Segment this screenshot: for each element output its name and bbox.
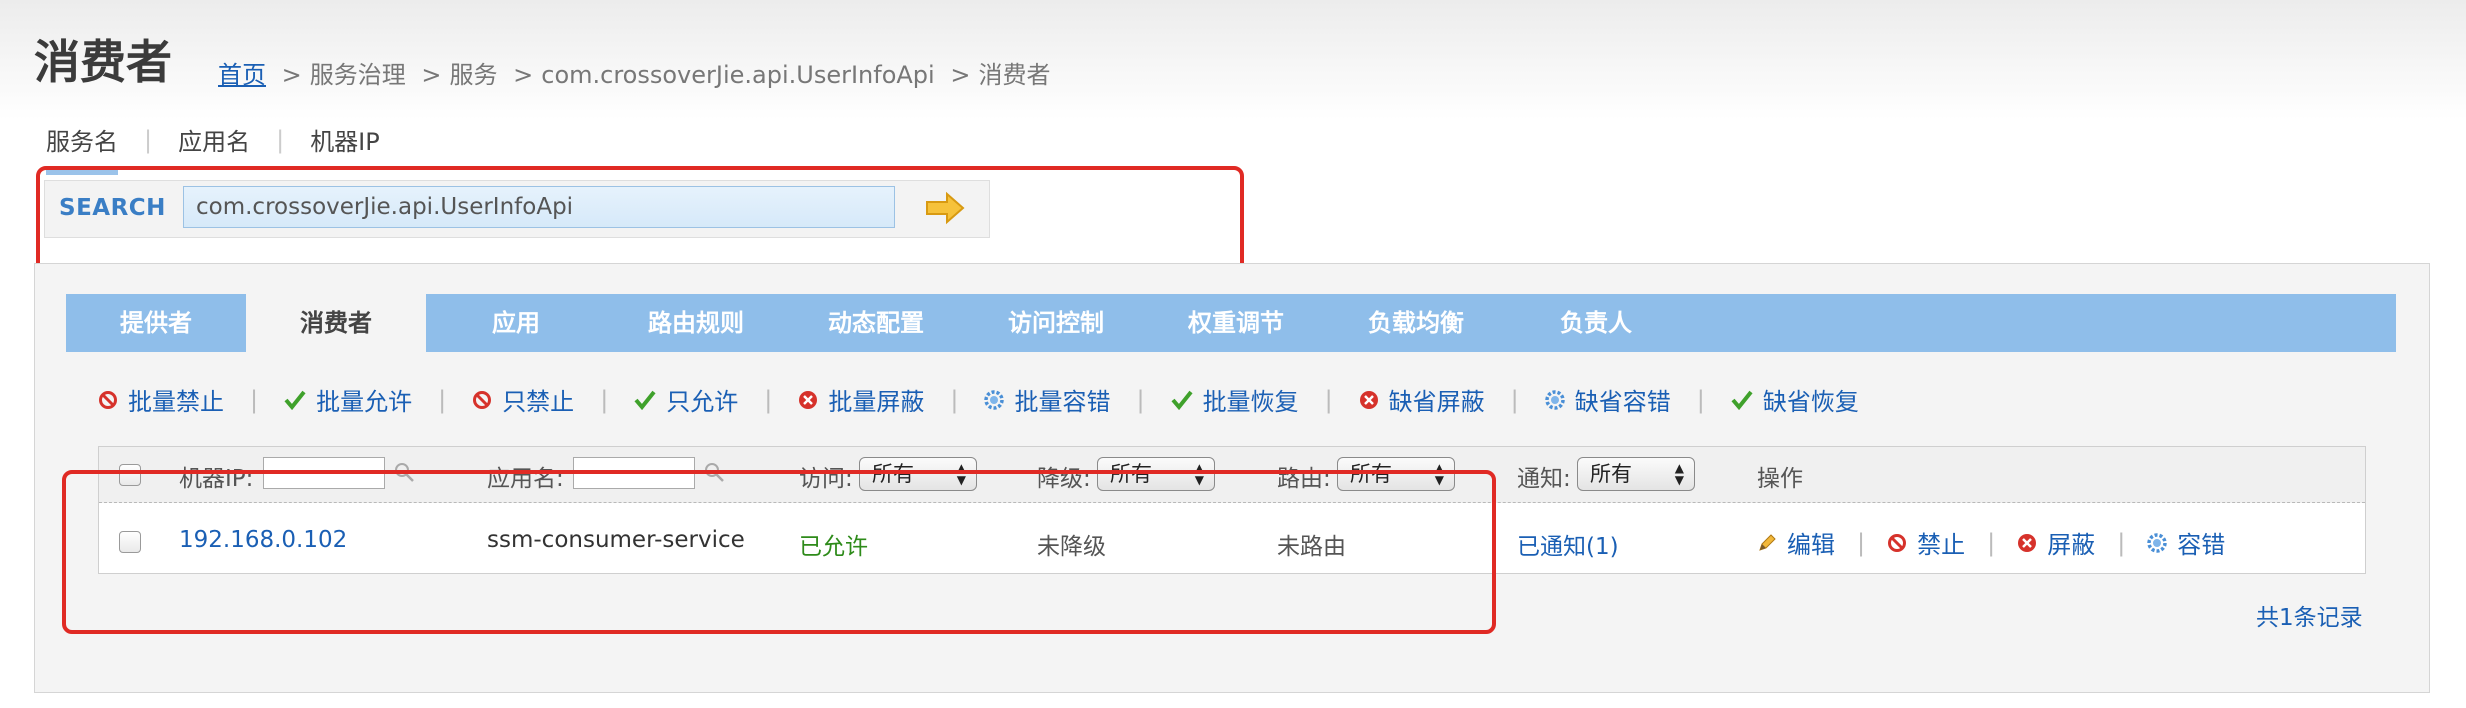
block-button[interactable]: 屏蔽 [2017, 525, 2095, 560]
block-icon [799, 390, 818, 409]
block-icon [1359, 390, 1378, 409]
batch-block-button[interactable]: 批量屏蔽 [798, 382, 924, 417]
search-tab-app-name[interactable]: 应用名 [176, 122, 252, 157]
action-label: 只允许 [666, 388, 739, 416]
divider: | [950, 385, 959, 414]
tab-applications[interactable]: 应用 [426, 294, 606, 352]
action-label: 批量恢复 [1202, 388, 1299, 416]
notify-filter-select[interactable]: 所有 ▲ ▼ [1577, 457, 1695, 491]
breadcrumb-separator: > [421, 61, 442, 89]
search-type-tabs: 服务名 | 应用名 | 机器IP [44, 122, 382, 175]
search-tab-service-name[interactable]: 服务名 [44, 122, 120, 175]
batch-restore-button[interactable]: 批量恢复 [1171, 382, 1299, 417]
breadcrumb-home-link[interactable]: 首页 [218, 61, 266, 89]
action-label: 缺省容错 [1574, 388, 1671, 416]
gear-icon [1545, 389, 1565, 410]
breadcrumb-separator: > [513, 61, 534, 89]
table-highlight-box [62, 470, 1496, 634]
action-label: 容错 [2177, 531, 2226, 559]
divider: | [2117, 528, 2126, 557]
action-label: 批量屏蔽 [828, 388, 925, 416]
only-allow-button[interactable]: 只允许 [634, 382, 738, 417]
tab-dynamic-config[interactable]: 动态配置 [786, 294, 966, 352]
action-label: 缺省屏蔽 [1388, 388, 1485, 416]
select-value: 所有 [1590, 462, 1632, 486]
divider: | [1696, 385, 1705, 414]
row-notify-link[interactable]: 已通知(1) [1517, 527, 1619, 561]
divider: | [276, 125, 285, 154]
breadcrumb: 首页 > 服务治理 > 服务 > com.crossoverJie.api.UserI… [218, 55, 1050, 90]
forbid-icon [1888, 533, 1907, 552]
row-operations: 编辑 | 禁止 | 屏蔽 | 容错 [1757, 525, 2225, 560]
batch-allow-button[interactable]: 批量允许 [284, 382, 412, 417]
tab-weight[interactable]: 权重调节 [1146, 294, 1326, 352]
header-operations: 操作 [1757, 466, 1803, 492]
check-icon [284, 390, 306, 410]
tab-load-balance[interactable]: 负载均衡 [1326, 294, 1506, 352]
tab-consumers[interactable]: 消费者 [246, 294, 426, 352]
forbid-button[interactable]: 禁止 [1887, 525, 1965, 560]
divider: | [764, 385, 773, 414]
forbid-icon [99, 390, 117, 409]
breadcrumb-item: 服务治理 [309, 61, 406, 89]
breadcrumb-separator: > [281, 61, 302, 89]
tolerance-button[interactable]: 容错 [2147, 525, 2225, 560]
default-block-button[interactable]: 缺省屏蔽 [1359, 382, 1485, 417]
header-notify: 通知: [1517, 466, 1571, 492]
select-arrows-icon: ▲ ▼ [1674, 461, 1684, 487]
divider: | [1510, 385, 1519, 414]
gear-icon [2147, 532, 2168, 553]
action-label: 屏蔽 [2047, 531, 2096, 559]
batch-tolerance-button[interactable]: 批量容错 [984, 382, 1110, 417]
divider: | [1324, 385, 1333, 414]
action-label: 编辑 [1787, 531, 1835, 559]
only-forbid-button[interactable]: 只禁止 [472, 382, 574, 417]
block-icon [2018, 533, 2037, 552]
action-label: 批量允许 [316, 388, 413, 416]
check-icon [1731, 390, 1753, 410]
tab-routing-rules[interactable]: 路由规则 [606, 294, 786, 352]
gear-icon [984, 389, 1005, 410]
tab-bar: 提供者 消费者 应用 路由规则 动态配置 访问控制 权重调节 负载均衡 负责人 [66, 294, 2396, 352]
pencil-icon [1759, 533, 1776, 551]
action-label: 只禁止 [502, 388, 575, 416]
default-tolerance-button[interactable]: 缺省容错 [1545, 382, 1671, 417]
breadcrumb-separator: > [950, 61, 971, 89]
default-restore-button[interactable]: 缺省恢复 [1731, 382, 1859, 417]
forbid-icon [473, 390, 492, 409]
batch-forbid-button[interactable]: 批量禁止 [98, 382, 224, 417]
divider: | [600, 385, 609, 414]
check-icon [1171, 390, 1193, 410]
divider: | [1987, 528, 1996, 557]
tab-access-control[interactable]: 访问控制 [966, 294, 1146, 352]
batch-actions: 批量禁止 | 批量允许 | 只禁止 | 只允许 | 批量屏蔽 | 批量容错 | … [98, 382, 1859, 417]
divider: | [438, 385, 447, 414]
check-icon [634, 390, 656, 410]
divider: | [1857, 528, 1866, 557]
search-tab-machine-ip[interactable]: 机器IP [308, 122, 382, 157]
action-label: 缺省恢复 [1762, 388, 1859, 416]
divider: | [144, 125, 153, 154]
divider: | [1136, 385, 1145, 414]
breadcrumb-item: 服务 [449, 61, 498, 89]
action-label: 禁止 [1917, 531, 1966, 559]
action-label: 批量容错 [1014, 388, 1111, 416]
breadcrumb-item: 消费者 [978, 61, 1051, 89]
action-label: 批量禁止 [128, 388, 224, 416]
edit-button[interactable]: 编辑 [1757, 525, 1835, 560]
breadcrumb-item: com.crossoverJie.api.UserInfoApi [541, 61, 935, 89]
tab-providers[interactable]: 提供者 [66, 294, 246, 352]
total-records: 共1条记录 [2256, 605, 2363, 631]
divider: | [250, 385, 259, 414]
page-title: 消费者 [34, 35, 172, 89]
tab-owner[interactable]: 负责人 [1506, 294, 1686, 352]
